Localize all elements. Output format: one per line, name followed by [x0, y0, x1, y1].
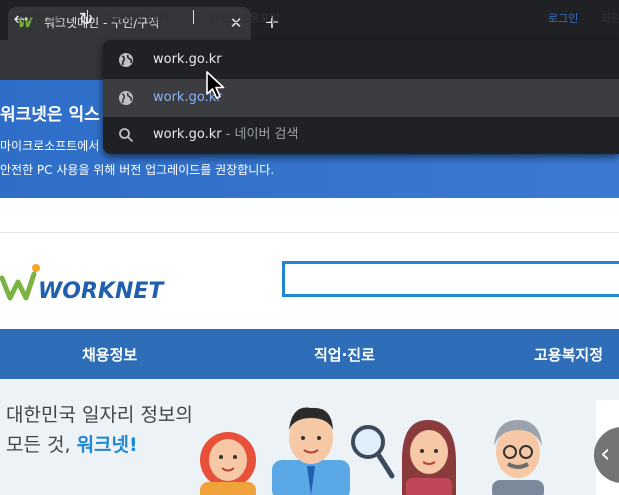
illustration-person — [272, 407, 350, 495]
worknet-logo[interactable]: WORKNET — [0, 260, 170, 304]
util-divider — [87, 10, 88, 24]
util-link-employment-center[interactable]: 고용복지⁺센터 — [103, 10, 170, 26]
nav-welfare[interactable]: 고용복지정 — [534, 344, 603, 365]
illustration-person — [200, 432, 256, 495]
omnibox-suggestion-highlighted[interactable]: work.go.kr — [103, 79, 619, 117]
util-link-disability-portal[interactable]: 장애인고용포털 — [209, 10, 280, 26]
magnifier-icon — [351, 425, 395, 479]
logo-wordmark: WORKNET — [38, 279, 165, 304]
hero-text: 모든 것, — [6, 434, 77, 456]
hero-subheadline: 모든 것, 워크넷! — [6, 430, 138, 457]
utility-bar — [0, 198, 619, 233]
hero-headline: 대한민국 일자리 정보의 — [6, 404, 193, 426]
suggestion-source: - 네이버 검색 — [221, 127, 299, 142]
chevron-left-icon: ‹ — [600, 439, 611, 469]
illustration-person — [402, 420, 456, 495]
mouse-cursor-icon — [206, 71, 225, 99]
reload-button[interactable]: ↻ — [74, 8, 98, 32]
illustration-person — [492, 420, 544, 495]
search-icon — [119, 128, 133, 142]
omnibox-suggestion[interactable]: work.go.kr - 네이버 검색 — [103, 116, 619, 154]
suggestion-query: work.go.kr — [153, 127, 222, 142]
banner-text-line: 마이크로소프트에서 — [0, 139, 100, 153]
globe-icon — [119, 91, 133, 105]
nav-job-info[interactable]: 채용정보 — [82, 344, 137, 365]
banner-heading: 워크넷은 익스 — [0, 105, 100, 125]
nav-career[interactable]: 직업·진로 — [314, 344, 375, 365]
omnibox-suggestion[interactable]: work.go.kr — [103, 41, 619, 79]
suggestion-url: work.go.kr — [153, 52, 222, 67]
site-search-input[interactable] — [282, 261, 619, 297]
worknet-logo-icon: WORKNET — [0, 264, 165, 304]
signup-link[interactable]: 회원 — [601, 10, 619, 26]
util-link-regional-worknet[interactable]: 지역워크넷 — [16, 10, 67, 26]
banner-text-line: 안전한 PC 사용을 위해 버전 업그레이드를 권장합니다. — [0, 163, 275, 177]
login-link[interactable]: 로그인 — [548, 10, 578, 26]
hero-people-illustration — [200, 407, 544, 495]
hero-brand-text: 워크넷! — [76, 434, 138, 456]
util-divider — [193, 10, 194, 24]
omnibox-suggestions-dropdown: work.go.kr work.go.kr work.go.kr - 네이버 검… — [103, 40, 619, 154]
globe-icon — [119, 53, 133, 67]
